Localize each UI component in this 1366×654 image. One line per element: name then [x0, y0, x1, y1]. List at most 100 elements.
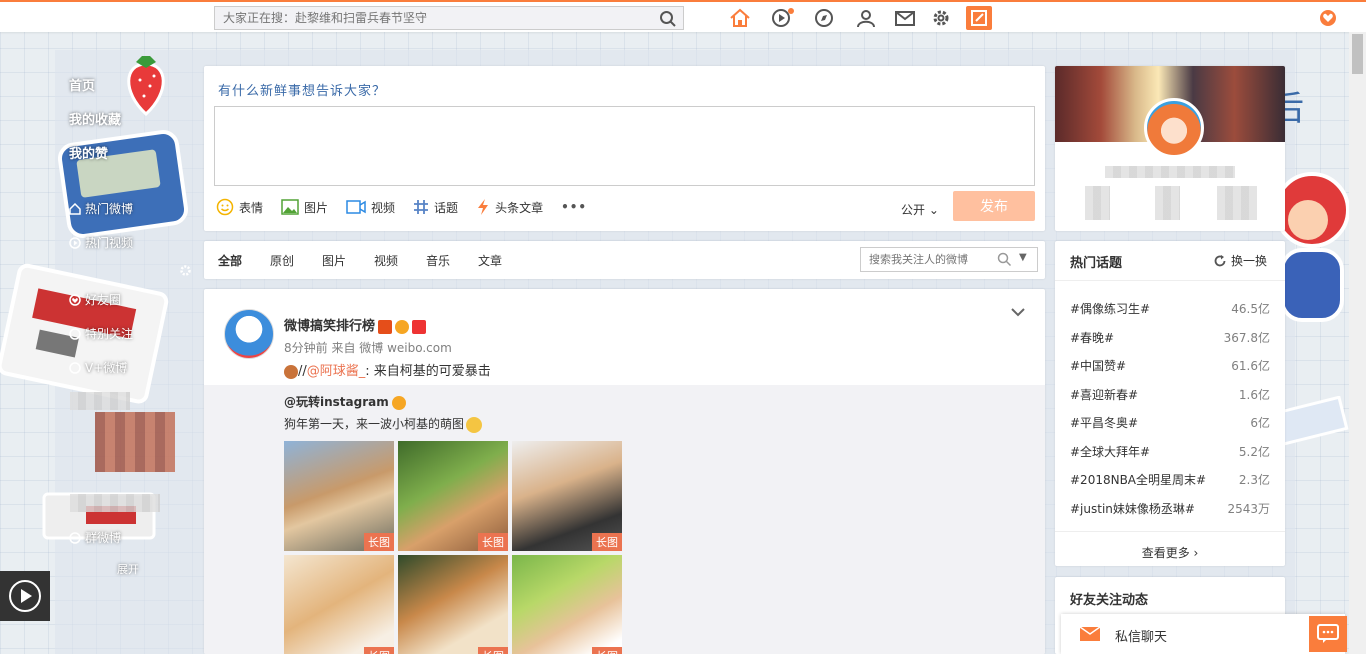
topic-item[interactable]: #2018NBA全明星周末# 2.3亿 [1070, 471, 1270, 488]
see-more-link[interactable]: 查看更多 › [1055, 531, 1285, 566]
topic-count: 367.8亿 [1223, 331, 1270, 345]
group-small-icon [69, 531, 81, 544]
topic-item[interactable]: #justin妹妹像杨丞琳# 2543万 [1070, 500, 1270, 517]
topic-label: 话题 [434, 200, 459, 215]
topic-item[interactable]: #偶像练习生# 46.5亿 [1070, 300, 1270, 317]
gear-icon[interactable] [179, 264, 192, 277]
tab-music[interactable]: 音乐 [426, 252, 450, 269]
topic-item[interactable]: #全球大拜年# 5.2亿 [1070, 443, 1270, 460]
chat-button[interactable] [1309, 616, 1347, 652]
nav-hot-video[interactable]: 热门视频 [69, 234, 133, 251]
more-button[interactable]: ••• [561, 200, 587, 214]
publish-button[interactable]: 发布 [953, 191, 1035, 221]
author-name[interactable]: 微博搞笑排行榜 [284, 315, 427, 334]
play-icon [9, 580, 41, 612]
topic-name: #2018NBA全明星周末# [1070, 473, 1207, 487]
topic-count: 2543万 [1227, 502, 1270, 516]
nav-hot-weibo-label: 热门微博 [85, 202, 134, 216]
notification-dot [788, 8, 794, 14]
compose-icon[interactable] [966, 6, 992, 30]
topic-count: 2.3亿 [1238, 473, 1270, 487]
video-play-button[interactable] [0, 571, 50, 621]
mail-icon[interactable] [893, 7, 917, 29]
composer-prompt: 有什么新鲜事想告诉大家？ [218, 84, 387, 99]
privacy-dropdown[interactable]: 公开 ⌄ [901, 201, 939, 218]
video-camera-icon [346, 200, 366, 214]
discover-icon[interactable] [812, 7, 836, 29]
blurred-stats [1085, 186, 1110, 220]
private-chat-label: 私信聊天 [1115, 630, 1168, 645]
nav-vplus[interactable]: V+微博 [69, 359, 127, 376]
chat-bubble-icon [1317, 624, 1339, 643]
heart-icon[interactable] [1319, 9, 1337, 27]
global-search [214, 6, 684, 30]
followed-search: ▼ [860, 247, 1038, 272]
nav-favorites[interactable]: 我的收藏 [69, 109, 121, 128]
nav-hot-weibo[interactable]: 热门微博 [69, 200, 133, 217]
topic-name: #春晚# [1070, 331, 1115, 345]
search-icon[interactable] [659, 10, 677, 28]
nav-friends-circle-label: 好友圈 [85, 293, 122, 307]
topic-item[interactable]: #中国赞# 61.6亿 [1070, 357, 1270, 374]
friends-activity-title: 好友关注动态 [1070, 593, 1149, 608]
headline-article-label: 头条文章 [495, 200, 544, 215]
feed-filter-tabs: 全部 原创 图片 视频 音乐 文章 ▼ [204, 241, 1045, 279]
caret-down-icon[interactable]: ▼ [1019, 252, 1027, 263]
profile-avatar[interactable] [1144, 98, 1204, 158]
chevron-down-icon[interactable] [1010, 307, 1026, 317]
topic-name: #全球大拜年# [1070, 445, 1151, 459]
private-chat-bar[interactable]: 私信聊天 [1061, 614, 1345, 654]
video-button[interactable]: 视频 [346, 199, 395, 216]
post-image-thumbnail[interactable]: 长图 [512, 441, 622, 551]
nav-special-follow-label: 特别关注 [85, 327, 134, 341]
nav-friends-circle[interactable]: 好友圈 [69, 291, 121, 308]
post-image-thumbnail[interactable]: 长图 [512, 555, 622, 654]
post-image-thumbnail[interactable]: 长图 [398, 555, 508, 654]
post-image-thumbnail[interactable]: 长图 [284, 441, 394, 551]
home-icon[interactable] [728, 7, 752, 29]
topic-button[interactable]: 话题 [413, 199, 458, 216]
nav-home[interactable]: 首页 [69, 75, 95, 94]
lightning-icon [478, 199, 489, 215]
headline-article-button[interactable]: 头条文章 [476, 198, 543, 216]
nav-group-weibo[interactable]: 群微博 [69, 529, 121, 546]
long-image-tag: 长图 [478, 533, 508, 551]
tab-all[interactable]: 全部 [218, 252, 242, 269]
topic-count: 5.2亿 [1238, 445, 1270, 459]
post-image-thumbnail[interactable]: 长图 [398, 441, 508, 551]
search-icon[interactable] [997, 252, 1012, 267]
quoted-text: 狗年第一天，来一波小柯基的萌图 [284, 415, 483, 433]
top-navigation-bar [0, 0, 1366, 32]
topic-count: 61.6亿 [1231, 359, 1270, 373]
tab-images[interactable]: 图片 [322, 252, 346, 269]
settings-icon[interactable] [929, 7, 953, 29]
global-search-input[interactable] [215, 7, 655, 29]
topic-item[interactable]: #喜迎新春# 1.6亿 [1070, 386, 1270, 403]
repost-emoji-icon [284, 364, 298, 379]
scrollbar-thumb[interactable] [1352, 34, 1363, 74]
refresh-label: 换一换 [1231, 254, 1268, 268]
tab-articles[interactable]: 文章 [478, 252, 502, 269]
composer-textarea[interactable] [214, 106, 1035, 186]
nav-special-follow[interactable]: 特别关注 [69, 325, 133, 342]
image-button[interactable]: 图片 [281, 199, 328, 216]
followed-search-input[interactable] [861, 248, 991, 271]
page-scrollbar[interactable] [1349, 32, 1366, 654]
nav-expand[interactable]: 展开 [117, 561, 139, 577]
topic-item[interactable]: #春晚# 367.8亿 [1070, 329, 1270, 346]
tab-video[interactable]: 视频 [374, 252, 398, 269]
quoted-author[interactable]: @玩转instagram [284, 393, 406, 410]
video-icon[interactable] [770, 7, 794, 29]
refresh-button[interactable]: 换一换 [1213, 252, 1267, 269]
profile-icon[interactable] [854, 7, 878, 29]
topic-count: 1.6亿 [1238, 388, 1270, 402]
emoji-button[interactable]: 表情 [216, 198, 263, 216]
post-image-thumbnail[interactable]: 长图 [284, 555, 394, 654]
topic-item[interactable]: #平昌冬奥# 6亿 [1070, 414, 1270, 431]
tab-original[interactable]: 原创 [270, 252, 294, 269]
heart-small-icon [69, 293, 81, 306]
topic-name: #喜迎新春# [1070, 388, 1139, 402]
mention-link[interactable]: @阿球酱_ [307, 364, 366, 379]
author-avatar[interactable] [224, 309, 274, 359]
nav-likes[interactable]: 我的赞 [69, 143, 108, 162]
